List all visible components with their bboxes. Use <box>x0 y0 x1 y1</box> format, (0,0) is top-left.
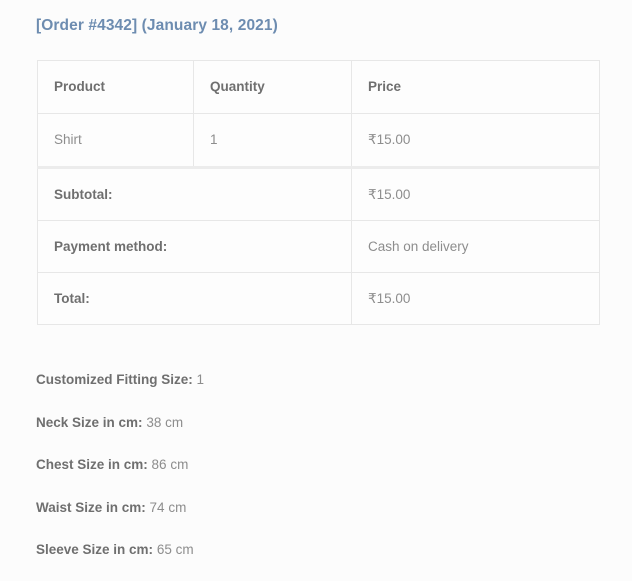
column-header-price: Price <box>351 60 600 114</box>
footer-row-total: Total: ₹15.00 <box>37 272 600 325</box>
footer-label-payment-method: Payment method: <box>37 220 352 273</box>
table-row: Shirt 1 ₹15.00 <box>37 113 600 168</box>
column-header-product: Product <box>37 60 194 114</box>
attribute-label: Sleeve Size in cm: <box>36 542 154 557</box>
attribute-value: 65 cm <box>156 542 194 557</box>
footer-label-total: Total: <box>37 272 352 325</box>
attribute-label: Neck Size in cm: <box>36 414 143 430</box>
order-heading: [Order #4342] (January 18, 2021) <box>36 17 278 34</box>
footer-row-payment-method: Payment method: Cash on delivery <box>37 220 600 273</box>
order-email-page: [Order #4342] (January 18, 2021) Product… <box>0 0 632 581</box>
attribute-value: 1 <box>196 372 205 387</box>
attribute-waist-size: Waist Size in cm: 74 cm <box>36 499 596 515</box>
attribute-label: Waist Size in cm: <box>36 499 146 515</box>
attribute-label: Customized Fitting Size: <box>36 372 193 387</box>
column-header-quantity: Quantity <box>193 60 352 114</box>
footer-value-subtotal: ₹15.00 <box>351 166 600 221</box>
attribute-customized-fitting-size: Customized Fitting Size: 1 <box>36 373 596 387</box>
attribute-chest-size: Chest Size in cm: 86 cm <box>36 458 596 472</box>
order-items-table: Product Quantity Price Shirt 1 ₹15.00 Su… <box>37 60 600 325</box>
footer-label-subtotal: Subtotal: <box>37 166 352 221</box>
attribute-value: 86 cm <box>151 457 189 472</box>
table-footer: Subtotal: ₹15.00 Payment method: Cash on… <box>37 166 600 325</box>
table-header-row: Product Quantity Price <box>37 60 600 114</box>
table-body: Shirt 1 ₹15.00 <box>37 113 600 168</box>
cell-product: Shirt <box>37 113 194 168</box>
attribute-neck-size: Neck Size in cm: 38 cm <box>36 414 596 430</box>
cell-quantity: 1 <box>193 113 352 168</box>
footer-row-subtotal: Subtotal: ₹15.00 <box>37 166 600 221</box>
attribute-label: Chest Size in cm: <box>36 457 148 472</box>
attribute-value: 38 cm <box>146 414 184 430</box>
attribute-sleeve-size: Sleeve Size in cm: 65 cm <box>36 543 596 557</box>
attribute-value: 74 cm <box>149 499 187 515</box>
footer-value-total: ₹15.00 <box>351 272 600 325</box>
table-header: Product Quantity Price <box>37 60 600 114</box>
cell-price: ₹15.00 <box>351 113 600 168</box>
order-attributes-list: Customized Fitting Size: 1 Neck Size in … <box>36 373 596 557</box>
footer-value-payment-method: Cash on delivery <box>351 220 600 273</box>
